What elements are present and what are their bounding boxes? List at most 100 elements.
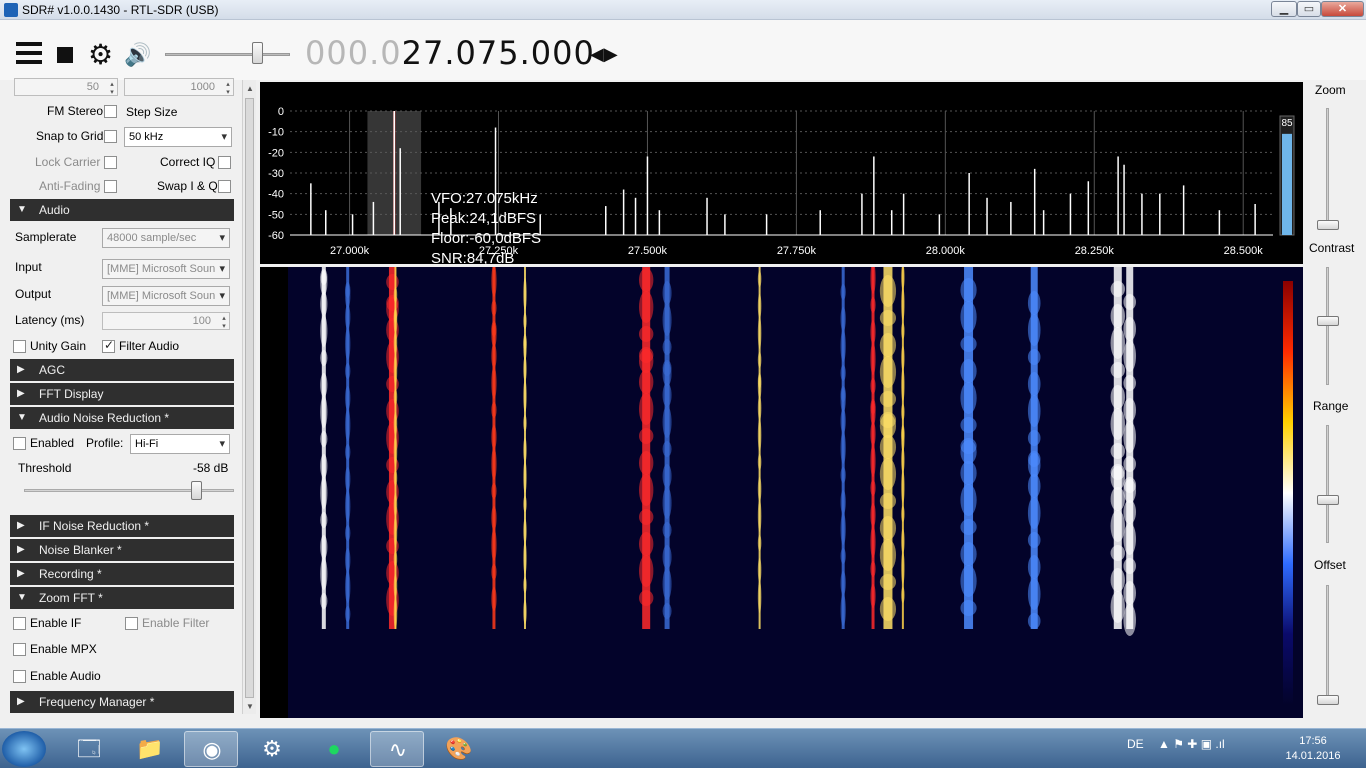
waterfall-burst bbox=[879, 597, 897, 621]
waterfall-burst bbox=[638, 268, 654, 292]
section-if-noise-reduction[interactable]: ▶ IF Noise Reduction * bbox=[10, 515, 234, 537]
taskbar-explorer[interactable]: 🗔 bbox=[62, 731, 116, 767]
section-audio-noise-reduction[interactable]: ▼ Audio Noise Reduction * bbox=[10, 407, 234, 429]
contrast-slider-track[interactable] bbox=[1326, 267, 1329, 385]
section-fft-display[interactable]: ▶ FFT Display bbox=[10, 383, 234, 405]
spin-field-1[interactable]: 50 bbox=[14, 78, 118, 96]
section-frequency-manager[interactable]: ▶ Frequency Manager * bbox=[10, 691, 234, 713]
waterfall-burst bbox=[870, 343, 876, 375]
waterfall-burst bbox=[1110, 443, 1125, 459]
frequency-leading-digits[interactable]: 000.0 bbox=[305, 34, 402, 72]
spectrum-analyzer[interactable]: 0 -10 -20 -30 -40 -50 -60 27.000k 27.250k 27.500k… bbox=[260, 82, 1303, 264]
anr-enabled-checkbox[interactable] bbox=[13, 437, 26, 450]
section-audio-label: Audio bbox=[39, 203, 70, 217]
title-bar[interactable]: SDR# v1.0.0.1430 - RTL-SDR (USB) ▁ ▭ ✕ bbox=[0, 0, 1366, 20]
output-device-select[interactable]: [MME] Microsoft Soun bbox=[102, 286, 230, 306]
lock-carrier-checkbox[interactable] bbox=[104, 156, 117, 169]
filter-audio-checkbox[interactable] bbox=[102, 338, 115, 353]
scroll-down-icon[interactable]: ▼ bbox=[246, 702, 254, 711]
collapse-triangle-icon: ▼ bbox=[17, 592, 27, 603]
frequency-digits[interactable]: 27.075.000 bbox=[402, 34, 595, 72]
scrollbar-thumb[interactable] bbox=[245, 98, 254, 698]
spectrum-svg[interactable]: 0-10-20-30-40-50-6027.000k 27.250k 27.500k… bbox=[260, 82, 1303, 264]
profile-select[interactable]: Hi-Fi bbox=[130, 434, 230, 454]
offset-slider-thumb[interactable] bbox=[1317, 695, 1339, 705]
unity-gain-checkbox[interactable] bbox=[13, 340, 26, 353]
waterfall-burst bbox=[344, 467, 351, 491]
threshold-slider-track[interactable] bbox=[24, 489, 234, 492]
range-slider-track[interactable] bbox=[1326, 425, 1329, 543]
range-slider-thumb[interactable] bbox=[1317, 495, 1339, 506]
zoom-slider-track[interactable] bbox=[1326, 108, 1329, 230]
tray-icons[interactable]: ▲ ⚑ ✚ ▣ .ıl bbox=[1158, 737, 1225, 751]
swap-iq-label: Swap I & Q bbox=[157, 179, 218, 193]
waterfall-display[interactable] bbox=[260, 267, 1303, 718]
enable-if-checkbox[interactable] bbox=[13, 617, 26, 630]
waterfall-burst bbox=[523, 278, 527, 310]
snap-to-grid-checkbox[interactable] bbox=[104, 130, 117, 143]
expand-triangle-icon: ▶ bbox=[17, 568, 25, 579]
enable-filter-checkbox[interactable] bbox=[125, 617, 138, 630]
left-panel-scrollbar[interactable]: ▲ ▼ bbox=[242, 80, 256, 714]
swap-iq-checkbox[interactable] bbox=[218, 180, 231, 193]
taskbar-folder[interactable]: 📁 bbox=[123, 731, 177, 767]
anti-fading-checkbox[interactable] bbox=[104, 180, 117, 193]
waterfall-burst bbox=[393, 574, 398, 598]
taskbar-sdr[interactable]: ∿ bbox=[370, 731, 424, 767]
window-title: SDR# v1.0.0.1430 - RTL-SDR (USB) bbox=[22, 3, 219, 17]
correct-iq-checkbox[interactable] bbox=[218, 156, 231, 169]
waterfall-burst bbox=[879, 391, 897, 407]
sdr-app-icon bbox=[4, 3, 18, 17]
section-recording[interactable]: ▶ Recording * bbox=[10, 563, 234, 585]
waterfall-burst bbox=[1027, 474, 1041, 498]
stop-icon[interactable] bbox=[57, 47, 73, 63]
offset-slider-track[interactable] bbox=[1326, 585, 1329, 705]
speaker-icon[interactable]: 🔊 bbox=[124, 42, 152, 68]
volume-slider-track[interactable] bbox=[165, 53, 290, 56]
zoom-slider-thumb[interactable] bbox=[1317, 220, 1339, 230]
waterfall-burst bbox=[491, 323, 497, 347]
minimize-button[interactable]: ▁ bbox=[1271, 1, 1297, 17]
close-button[interactable]: ✕ bbox=[1321, 1, 1364, 17]
fm-stereo-checkbox[interactable] bbox=[104, 105, 117, 118]
enable-mpx-checkbox[interactable] bbox=[13, 643, 26, 656]
waterfall-burst bbox=[879, 435, 897, 459]
section-recording-label: Recording * bbox=[39, 567, 102, 581]
samplerate-select[interactable]: 48000 sample/sec bbox=[102, 228, 230, 248]
start-button[interactable] bbox=[2, 731, 46, 767]
waterfall-burst bbox=[757, 535, 762, 551]
gear-icon[interactable]: ⚙ bbox=[88, 41, 114, 69]
clock[interactable]: 17:56 14.01.2016 bbox=[1282, 734, 1344, 764]
scroll-up-icon[interactable]: ▲ bbox=[246, 84, 254, 93]
step-size-select[interactable]: 50 kHz bbox=[124, 127, 232, 147]
waterfall-burst bbox=[960, 417, 977, 433]
taskbar-paint[interactable]: 🎨 bbox=[432, 731, 486, 767]
waterfall-burst bbox=[901, 587, 905, 603]
waterfall-svg[interactable] bbox=[260, 267, 1303, 718]
enable-audio-checkbox[interactable] bbox=[13, 670, 26, 683]
spin-field-2[interactable]: 1000 bbox=[124, 78, 234, 96]
menu-icon[interactable] bbox=[16, 42, 42, 68]
section-zoom-fft[interactable]: ▼ Zoom FFT * bbox=[10, 587, 234, 609]
expand-triangle-icon: ▶ bbox=[17, 696, 25, 707]
section-noise-blanker[interactable]: ▶ Noise Blanker * bbox=[10, 539, 234, 561]
maximize-button[interactable]: ▭ bbox=[1297, 1, 1321, 17]
waterfall-burst bbox=[1123, 558, 1137, 574]
latency-spinner[interactable]: 100 bbox=[102, 312, 230, 330]
volume-slider-thumb[interactable] bbox=[252, 42, 263, 64]
language-indicator[interactable]: DE bbox=[1127, 737, 1144, 751]
frequency-step-arrows-icon[interactable]: ◀▶ bbox=[590, 44, 618, 65]
input-device-select[interactable]: [MME] Microsoft Soun bbox=[102, 259, 230, 279]
taskbar-steam[interactable]: ⚙ bbox=[245, 731, 299, 767]
section-agc[interactable]: ▶ AGC bbox=[10, 359, 234, 381]
taskbar-spotify[interactable]: ● bbox=[307, 731, 361, 767]
taskbar-chrome[interactable]: ◉ bbox=[184, 731, 238, 767]
waterfall-burst bbox=[870, 503, 876, 527]
section-audio[interactable]: ▼ Audio bbox=[10, 199, 234, 221]
contrast-slider-thumb[interactable] bbox=[1317, 315, 1339, 326]
input-label: Input bbox=[15, 260, 42, 274]
waterfall-burst bbox=[662, 304, 672, 336]
frequency-display[interactable]: 000.027.075.000 bbox=[305, 34, 595, 72]
correct-iq-label: Correct IQ bbox=[160, 155, 216, 169]
threshold-slider-thumb[interactable] bbox=[190, 481, 202, 500]
